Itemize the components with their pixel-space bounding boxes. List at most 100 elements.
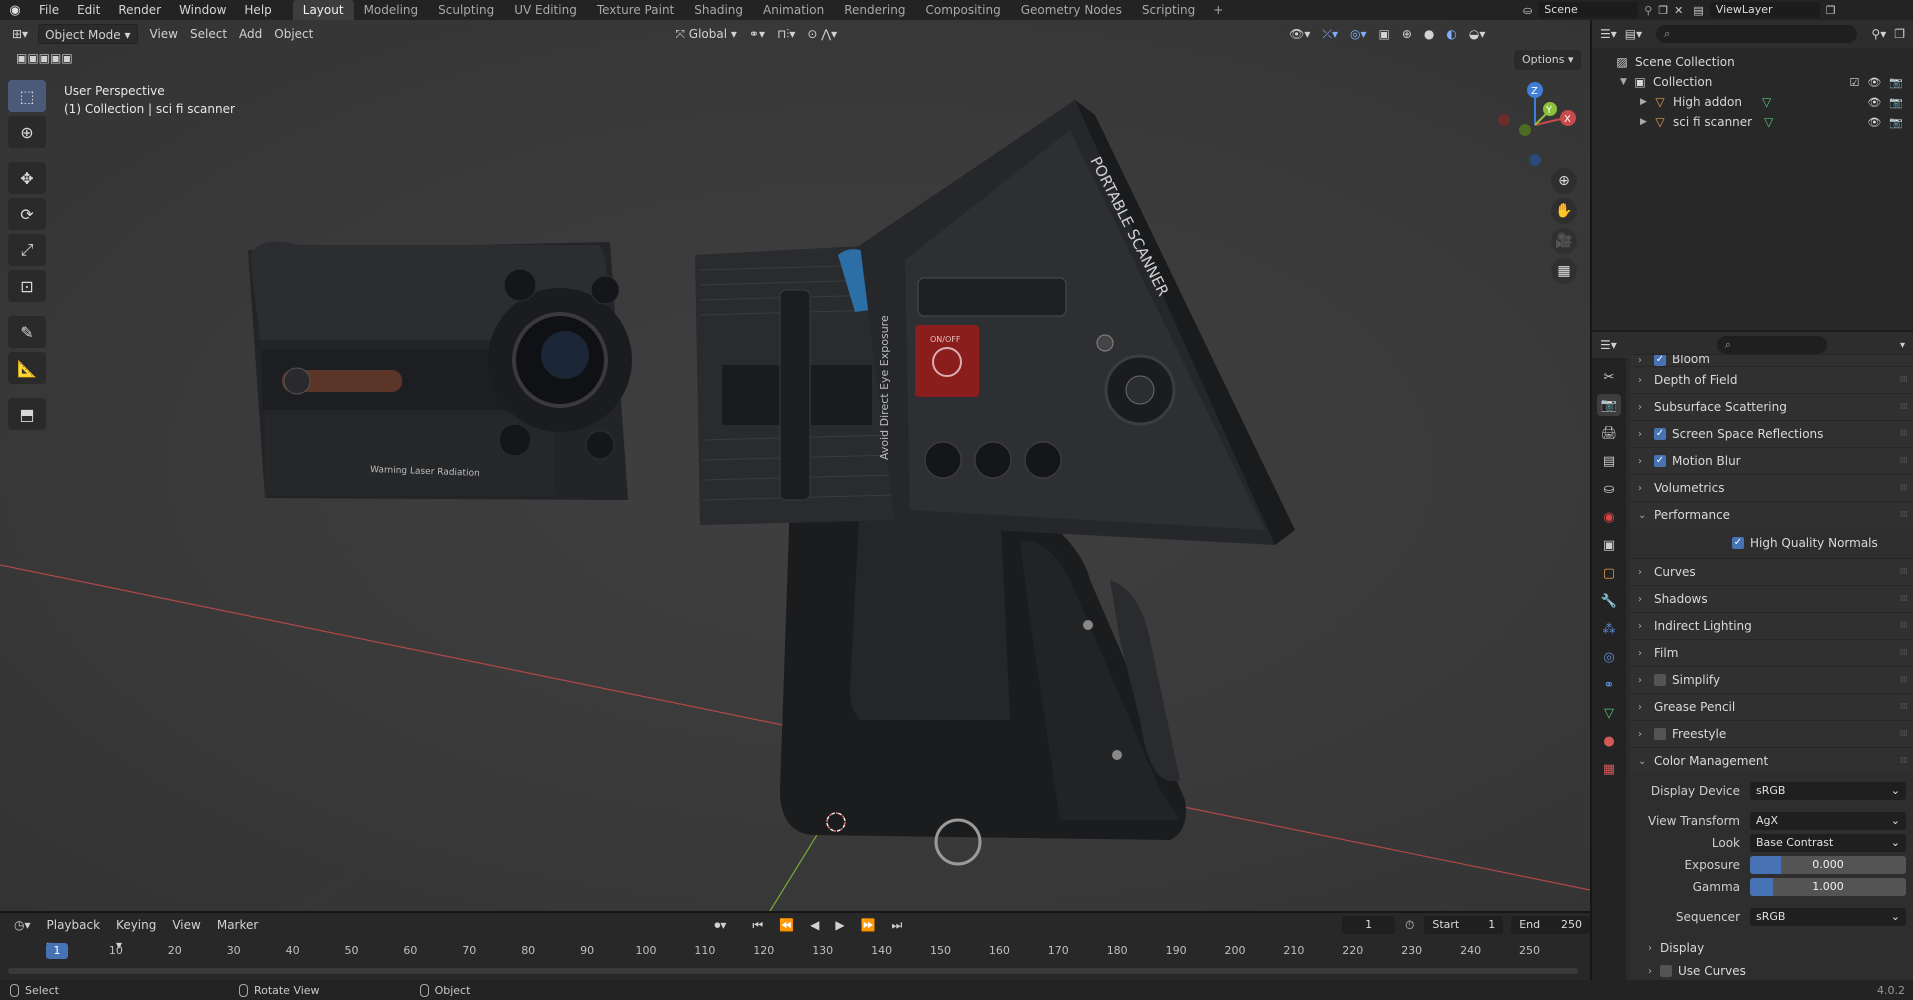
visibility-icon[interactable]: 👁▾	[1283, 24, 1316, 44]
transform-tool[interactable]: ⊡	[8, 270, 46, 302]
add-workspace-icon[interactable]: +	[1205, 0, 1231, 20]
view-layer-field[interactable]: ViewLayer	[1709, 2, 1820, 18]
panel-color-management[interactable]: ⌄ Color Management ⁞⁞⁞⁞	[1630, 747, 1913, 774]
drag-handle-icon[interactable]: ⁞⁞⁞⁞	[1900, 567, 1909, 577]
pin-icon[interactable]: ⚲	[1644, 4, 1652, 17]
expand-arrow-icon[interactable]: ▶	[1640, 97, 1652, 107]
tab-sculpting[interactable]: Sculpting	[428, 0, 504, 20]
gizmo-toggle-icon[interactable]: ⤫▾	[1316, 24, 1344, 44]
gamma-slider[interactable]: 1.000	[1750, 878, 1906, 896]
outliner-item-high-addon[interactable]: ▶ ▽ High addon ▽ 👁 📷	[1592, 92, 1913, 112]
panel-simplify[interactable]: › Simplify ⁞⁞⁞⁞	[1630, 666, 1913, 693]
chevron-down-icon[interactable]: ▾	[1900, 340, 1905, 351]
material-tab-icon[interactable]: ●	[1597, 730, 1621, 752]
menu-window[interactable]: Window	[170, 0, 235, 20]
tab-uv-editing[interactable]: UV Editing	[504, 0, 587, 20]
panel-grease-pencil[interactable]: › Grease Pencil ⁞⁞⁞⁞	[1630, 693, 1913, 720]
shading-solid-icon[interactable]: ●	[1418, 24, 1440, 44]
jump-end-icon[interactable]: ⏭	[886, 915, 909, 935]
collection-tab-icon[interactable]: ▣	[1597, 534, 1621, 556]
tab-animation[interactable]: Animation	[753, 0, 834, 20]
annotate-tool[interactable]: ✎	[8, 316, 46, 348]
overlay-toggle-icon[interactable]: ◎▾	[1344, 24, 1373, 44]
tab-shading[interactable]: Shading	[684, 0, 753, 20]
menu-add[interactable]: Add	[233, 24, 268, 44]
panel-shadows[interactable]: › Shadows ⁞⁞⁞⁞	[1630, 585, 1913, 612]
snap-icon[interactable]: ⊓⫶▾	[771, 24, 801, 44]
camera-view-icon[interactable]: 🎥	[1551, 228, 1577, 254]
mode-dropdown[interactable]: Object Mode ▾	[38, 24, 138, 44]
measure-tool[interactable]: 📐	[8, 352, 46, 384]
collapse-arrow-icon[interactable]: ▼	[1620, 77, 1632, 87]
blender-logo-icon[interactable]: ◉	[0, 0, 30, 20]
new-scene-icon[interactable]: ❐	[1658, 4, 1668, 17]
modifier-tab-icon[interactable]: 🔧	[1597, 590, 1621, 612]
texture-tab-icon[interactable]: ▦	[1597, 758, 1621, 780]
tab-geometry-nodes[interactable]: Geometry Nodes	[1011, 0, 1132, 20]
panel-use-curves[interactable]: › Use Curves	[1630, 960, 1913, 980]
checkbox-icon[interactable]: ✓	[1654, 455, 1666, 467]
tab-texture-paint[interactable]: Texture Paint	[587, 0, 684, 20]
look-dropdown[interactable]: Base Contrast ⌄	[1750, 834, 1906, 852]
start-frame-field[interactable]: Start 1	[1424, 916, 1504, 934]
drag-handle-icon[interactable]: ⁞⁞⁞⁞	[1900, 510, 1909, 520]
panel-display[interactable]: › Display	[1630, 936, 1913, 960]
physics-tab-icon[interactable]: ◎	[1597, 646, 1621, 668]
playhead-indicator[interactable]: 1	[46, 943, 68, 959]
constraints-tab-icon[interactable]: ⚭	[1597, 674, 1621, 696]
menu-view[interactable]: View	[144, 24, 184, 44]
mesh-data-icon[interactable]: ▽	[1762, 95, 1771, 109]
editor-type-icon[interactable]: ⊞▾	[6, 24, 34, 44]
panel-film[interactable]: › Film ⁞⁞⁞⁞	[1630, 639, 1913, 666]
outliner-item-sci-fi-scanner[interactable]: ▶ ▽ sci fi scanner ▽ 👁 📷	[1592, 112, 1913, 132]
3d-viewport[interactable]: Warning Laser Radiation ON/OFF PORTABLE …	[0, 20, 1590, 911]
proportional-edit-icon[interactable]: ⊙ ⋀▾	[801, 24, 843, 44]
options-dropdown[interactable]: Options ▾	[1514, 50, 1582, 70]
timeline-scrollbar[interactable]	[8, 968, 1578, 974]
view-transform-dropdown[interactable]: AgX ⌄	[1750, 812, 1906, 830]
jump-keyframe-back-icon[interactable]: ⏪	[773, 915, 800, 935]
timeline-editor-icon[interactable]: ◷▾	[8, 915, 37, 935]
expand-arrow-icon[interactable]: ▶	[1640, 117, 1652, 127]
checkbox-icon[interactable]: ✓	[1654, 428, 1666, 440]
drag-handle-icon[interactable]: ⁞⁞⁞⁞	[1900, 729, 1909, 739]
rotate-tool[interactable]: ⟳	[8, 198, 46, 230]
xray-icon[interactable]: ▣	[1373, 24, 1396, 44]
tab-rendering[interactable]: Rendering	[834, 0, 915, 20]
properties-search-input[interactable]: ⌕	[1716, 336, 1827, 354]
playback-menu[interactable]: Playback ▾	[41, 915, 107, 952]
object-tab-icon[interactable]: ▢	[1597, 562, 1621, 584]
visibility-eye-icon[interactable]: 👁	[1867, 116, 1881, 129]
view-layer-tab-icon[interactable]: ▤	[1597, 450, 1621, 472]
scene-field[interactable]: Scene	[1538, 2, 1639, 18]
menu-view[interactable]: View	[166, 915, 206, 935]
zoom-icon[interactable]: ⊕	[1551, 168, 1577, 194]
play-reverse-icon[interactable]: ◀	[804, 915, 825, 935]
outliner-collection[interactable]: ▼ ▣ Collection ☑ 👁 📷	[1592, 72, 1913, 92]
tool-tab-icon[interactable]: ✂	[1597, 366, 1621, 388]
panel-subsurface-scattering[interactable]: › Subsurface Scattering ⁞⁞⁞⁞	[1630, 393, 1913, 420]
display-mode-icon[interactable]: ▤▾	[1625, 27, 1642, 41]
frame-ruler[interactable]: 1 10 20 30 40 50 60 70 80 90 100 110 120 130 140 150 16…	[8, 941, 1578, 961]
drag-handle-icon[interactable]: ⁞⁞⁞⁞	[1900, 648, 1909, 658]
add-cube-tool[interactable]: ⬒	[8, 398, 46, 430]
output-tab-icon[interactable]: 🖨	[1597, 422, 1621, 444]
use-curves-checkbox[interactable]	[1660, 965, 1672, 977]
render-tab-icon[interactable]: 📷	[1597, 394, 1621, 416]
delete-scene-icon[interactable]: ✕	[1674, 4, 1683, 17]
menu-file[interactable]: File	[30, 0, 68, 20]
data-tab-icon[interactable]: ▽	[1597, 702, 1621, 724]
display-device-dropdown[interactable]: sRGB ⌄	[1750, 782, 1906, 800]
panel-indirect-lighting[interactable]: › Indirect Lighting ⁞⁞⁞⁞	[1630, 612, 1913, 639]
drag-handle-icon[interactable]: ⁞⁞⁞⁞	[1900, 675, 1909, 685]
render-camera-icon[interactable]: 📷	[1889, 116, 1903, 129]
checkbox-icon[interactable]	[1654, 728, 1666, 740]
current-frame-field[interactable]: 1	[1342, 916, 1395, 934]
shading-material-icon[interactable]: ◐	[1440, 24, 1462, 44]
drag-handle-icon[interactable]: ⁞⁞⁞⁞	[1900, 429, 1909, 439]
tab-compositing[interactable]: Compositing	[915, 0, 1010, 20]
new-view-layer-icon[interactable]: ❐	[1826, 4, 1836, 17]
menu-select[interactable]: Select	[184, 24, 233, 44]
jump-keyframe-forward-icon[interactable]: ⏩	[855, 915, 882, 935]
menu-help[interactable]: Help	[235, 0, 280, 20]
